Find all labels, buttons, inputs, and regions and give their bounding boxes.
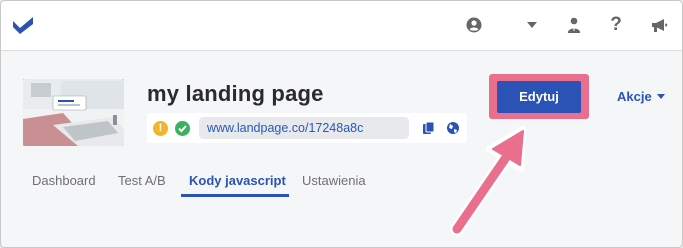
top-navigation-bar: ? <box>1 1 682 51</box>
app-window: ? my landing page ! www.landpage.co/1724… <box>0 0 683 248</box>
actions-dropdown-label: Akcje <box>617 89 652 104</box>
check-icon[interactable] <box>175 121 190 136</box>
edit-button[interactable]: Edytuj <box>497 81 581 113</box>
chevron-down-icon <box>656 94 665 99</box>
warning-status-icon[interactable]: ! <box>153 121 168 136</box>
logo-icon[interactable] <box>12 15 36 35</box>
tab-ab-test[interactable]: Test A/B <box>118 173 166 188</box>
page-url-field[interactable]: www.landpage.co/17248a8c <box>199 117 409 139</box>
tab-javascript-codes[interactable]: Kody javascript <box>189 173 286 188</box>
account-icon[interactable] <box>564 15 584 35</box>
caret-down-icon[interactable] <box>522 15 542 35</box>
page-title: my landing page <box>147 81 324 106</box>
tab-settings[interactable]: Ustawienia <box>302 173 366 188</box>
tab-dashboard[interactable]: Dashboard <box>32 173 96 188</box>
user-circle-icon[interactable] <box>464 15 484 35</box>
active-tab-indicator <box>181 194 289 197</box>
page-url-bar: ! www.landpage.co/17248a8c <box>147 113 467 143</box>
megaphone-icon[interactable] <box>649 15 669 35</box>
actions-dropdown[interactable]: Akcje <box>617 89 665 104</box>
copy-icon[interactable] <box>422 121 436 135</box>
page-thumbnail[interactable] <box>23 79 124 146</box>
help-icon[interactable]: ? <box>606 15 626 35</box>
pointer-arrow-annotation <box>450 126 526 236</box>
